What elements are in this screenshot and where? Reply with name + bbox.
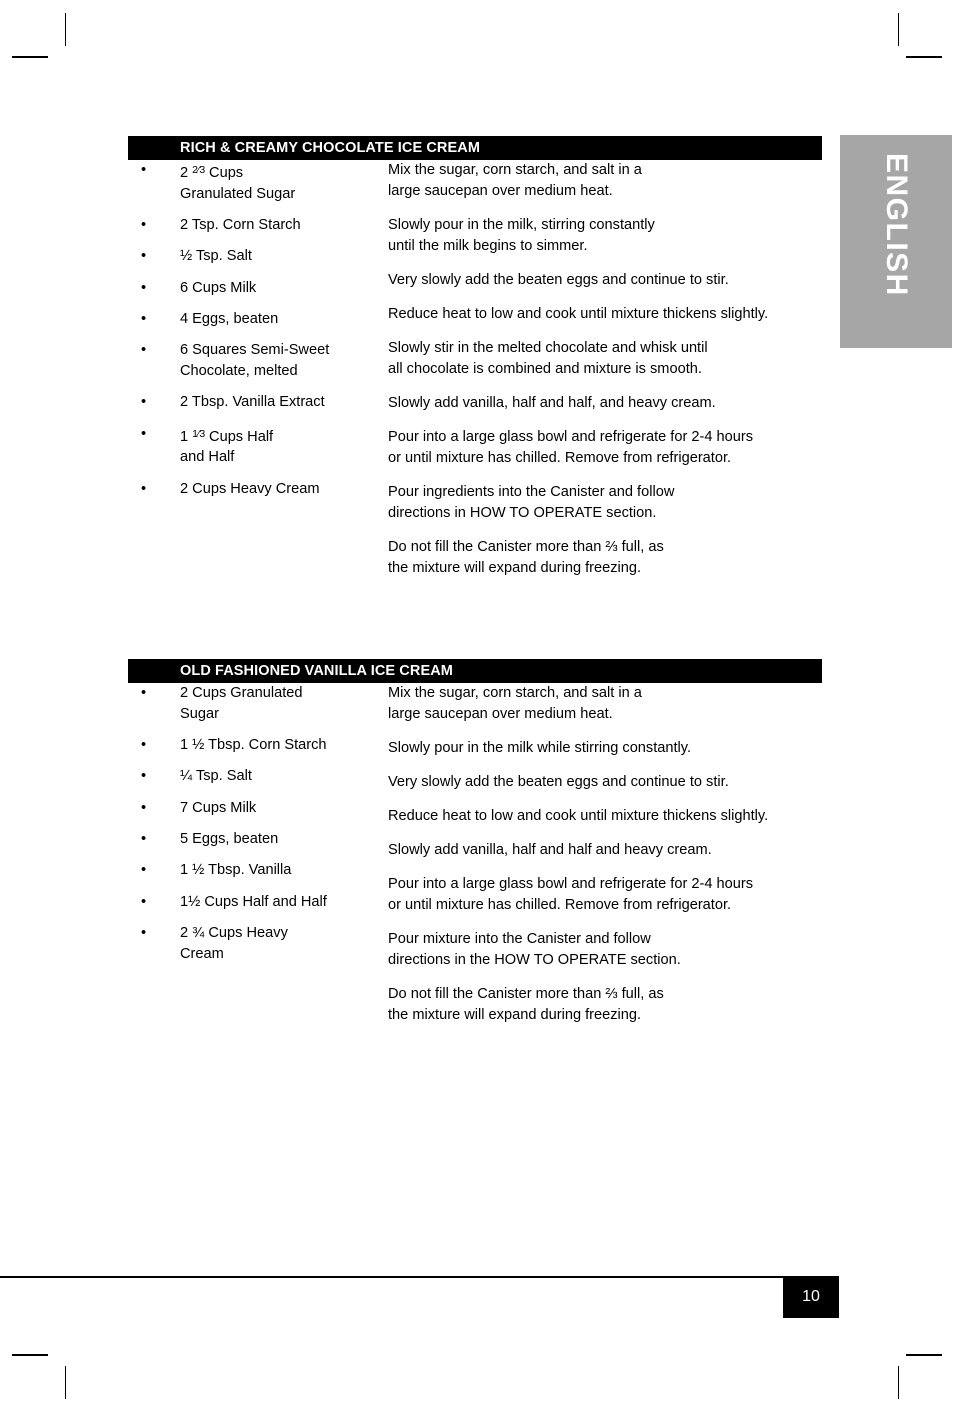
- crop-mark-top-left-horizontal: [12, 56, 48, 58]
- ingredient-label: 1½ Cups Half and Half: [180, 893, 327, 910]
- ingredient-label: 7 Cups Milk: [180, 799, 257, 816]
- ingredient-label: 2 Cups Heavy Cream: [180, 480, 320, 497]
- ingredient-list: • 2 2⁄3 Cups Granulated Sugar • 2 Tsp. Corn …: [128, 160, 378, 510]
- recipe-title-bar: RICH & CREAMY CHOCOLATE ICE CREAM: [128, 136, 822, 160]
- crop-mark-top-right-vertical: [898, 13, 899, 46]
- instruction-step: Pour ingredients into the Canister and f…: [388, 484, 675, 521]
- ingredient-label: 1 1⁄3 Cups Half and Half: [180, 427, 274, 466]
- bullet-icon: •: [141, 924, 147, 941]
- recipe-section-vanilla: OLD FASHIONED VANILLA ICE CREAM • 2 Cups …: [128, 659, 822, 1023]
- ingredient-label: ½ Tsp. Salt: [180, 248, 252, 265]
- bullet-icon: •: [141, 893, 147, 910]
- instruction-list: Mix the sugar, corn starch, and salt in …: [388, 683, 828, 1039]
- instruction-step: Very slowly add the beaten eggs and cont…: [388, 272, 729, 288]
- bullet-icon: •: [141, 310, 147, 327]
- recipe-title-bar: OLD FASHIONED VANILLA ICE CREAM: [128, 659, 822, 683]
- instruction-list: Mix the sugar, corn starch, and salt in …: [388, 160, 828, 592]
- crop-mark-bottom-right-vertical: [898, 1366, 899, 1399]
- ingredient-item: • 2 Tsp. Corn Starch: [128, 215, 378, 236]
- bullet-icon: •: [141, 799, 147, 816]
- bullet-icon: •: [141, 768, 147, 785]
- instruction-step: Slowly pour in the milk, stirring consta…: [388, 217, 655, 254]
- language-tab: ENGLISH: [840, 135, 952, 348]
- ingredient-list: • 2 Cups Granulated Sugar • 1 ½ Tbsp. Corn S…: [128, 683, 378, 975]
- instruction-step: Very slowly add the beaten eggs and cont…: [388, 774, 729, 790]
- ingredient-label: 2 Tsp. Corn Starch: [180, 217, 301, 234]
- instruction-step: Slowly stir in the melted chocolate and …: [388, 340, 708, 377]
- ingredient-label: 1 ½ Tbsp. Vanilla: [180, 862, 292, 879]
- instruction-step: Pour into a large glass bowl and refrige…: [388, 429, 754, 466]
- crop-mark-top-right-horizontal: [906, 56, 942, 58]
- instruction-step: Slowly pour in the milk while stirring c…: [388, 740, 692, 756]
- ingredient-label: 5 Eggs, beaten: [180, 830, 279, 847]
- ingredient-item: • 1 ½ Tbsp. Corn Starch: [128, 735, 378, 756]
- instruction-step: Mix the sugar, corn starch, and salt in …: [388, 685, 642, 722]
- ingredient-item: • 1 ½ Tbsp. Vanilla: [128, 860, 378, 881]
- bullet-icon: •: [141, 279, 147, 296]
- ingredient-item: • 2 ¾ Cups Heavy Cream: [128, 923, 378, 965]
- bullet-icon: •: [141, 830, 147, 847]
- ingredient-item: • 2 Cups Granulated Sugar: [128, 683, 378, 725]
- ingredient-label: 4 Eggs, beaten: [180, 310, 279, 327]
- instruction-step: Mix the sugar, corn starch, and salt in …: [388, 162, 642, 199]
- ingredient-label: ¼ Tsp. Salt: [180, 768, 252, 785]
- instruction-step: Slowly add vanilla, half and half and he…: [388, 842, 712, 858]
- instruction-step: Reduce heat to low and cook until mixtur…: [388, 306, 769, 322]
- crop-mark-bottom-left-horizontal: [12, 1354, 48, 1356]
- ingredient-label: 2 Tbsp. Vanilla Extract: [180, 394, 325, 411]
- instruction-step: Pour mixture into the Canister and follo…: [388, 931, 681, 968]
- ingredient-item: • ¼ Tsp. Salt: [128, 766, 378, 787]
- ingredient-item: • 1½ Cups Half and Half: [128, 892, 378, 913]
- footer-rule: [0, 1276, 783, 1278]
- bullet-icon: •: [141, 425, 147, 442]
- instruction-step: Reduce heat to low and cook until mixtur…: [388, 808, 769, 824]
- bullet-icon: •: [141, 737, 147, 754]
- page-number-badge: 10: [783, 1276, 839, 1318]
- ingredient-label: 2 Cups Granulated Sugar: [180, 685, 303, 722]
- ingredient-label: 6 Cups Milk: [180, 279, 257, 296]
- ingredient-item: • ½ Tsp. Salt: [128, 246, 378, 267]
- bullet-icon: •: [141, 217, 147, 234]
- bullet-icon: •: [141, 162, 147, 178]
- bullet-icon: •: [141, 394, 147, 411]
- instruction-step: Do not fill the Canister more than ⅔ ful…: [388, 539, 664, 576]
- ingredient-item: • 6 Cups Milk: [128, 278, 378, 299]
- ingredient-item: • 6 Squares Semi-Sweet Chocolate, melted: [128, 340, 378, 382]
- crop-mark-bottom-left-vertical: [65, 1366, 66, 1399]
- ingredient-item: • 4 Eggs, beaten: [128, 309, 378, 330]
- bullet-icon: •: [141, 480, 147, 497]
- ingredient-item: • 5 Eggs, beaten: [128, 829, 378, 850]
- ingredient-label: 6 Squares Semi-Sweet Chocolate, melted: [180, 342, 330, 380]
- ingredient-label: 2 2⁄3 Cups Granulated Sugar: [180, 164, 296, 202]
- crop-mark-top-left-vertical: [65, 13, 66, 46]
- bullet-icon: •: [141, 862, 147, 879]
- instruction-step: Pour into a large glass bowl and refrige…: [388, 876, 754, 913]
- instruction-step: Do not fill the Canister more than ⅔ ful…: [388, 986, 664, 1023]
- instruction-step: Slowly add vanilla, half and half, and h…: [388, 395, 716, 411]
- recipe-section-chocolate: RICH & CREAMY CHOCOLATE ICE CREAM • 2 2⁄3…: [128, 136, 822, 576]
- bullet-icon: •: [141, 248, 147, 265]
- bullet-icon: •: [141, 342, 147, 359]
- ingredient-label: 1 ½ Tbsp. Corn Starch: [180, 737, 327, 754]
- language-tab-label: ENGLISH: [880, 153, 913, 297]
- ingredient-item: • 1 1⁄3 Cups Half and Half: [128, 424, 378, 469]
- ingredient-item: • 2 Cups Heavy Cream: [128, 479, 378, 500]
- ingredient-item: • 7 Cups Milk: [128, 798, 378, 819]
- crop-mark-bottom-right-horizontal: [906, 1354, 942, 1356]
- ingredient-item: • 2 Tbsp. Vanilla Extract: [128, 392, 378, 413]
- bullet-icon: •: [141, 685, 147, 701]
- ingredient-label: 2 ¾ Cups Heavy Cream: [180, 924, 288, 962]
- ingredient-item: • 2 2⁄3 Cups Granulated Sugar: [128, 160, 378, 205]
